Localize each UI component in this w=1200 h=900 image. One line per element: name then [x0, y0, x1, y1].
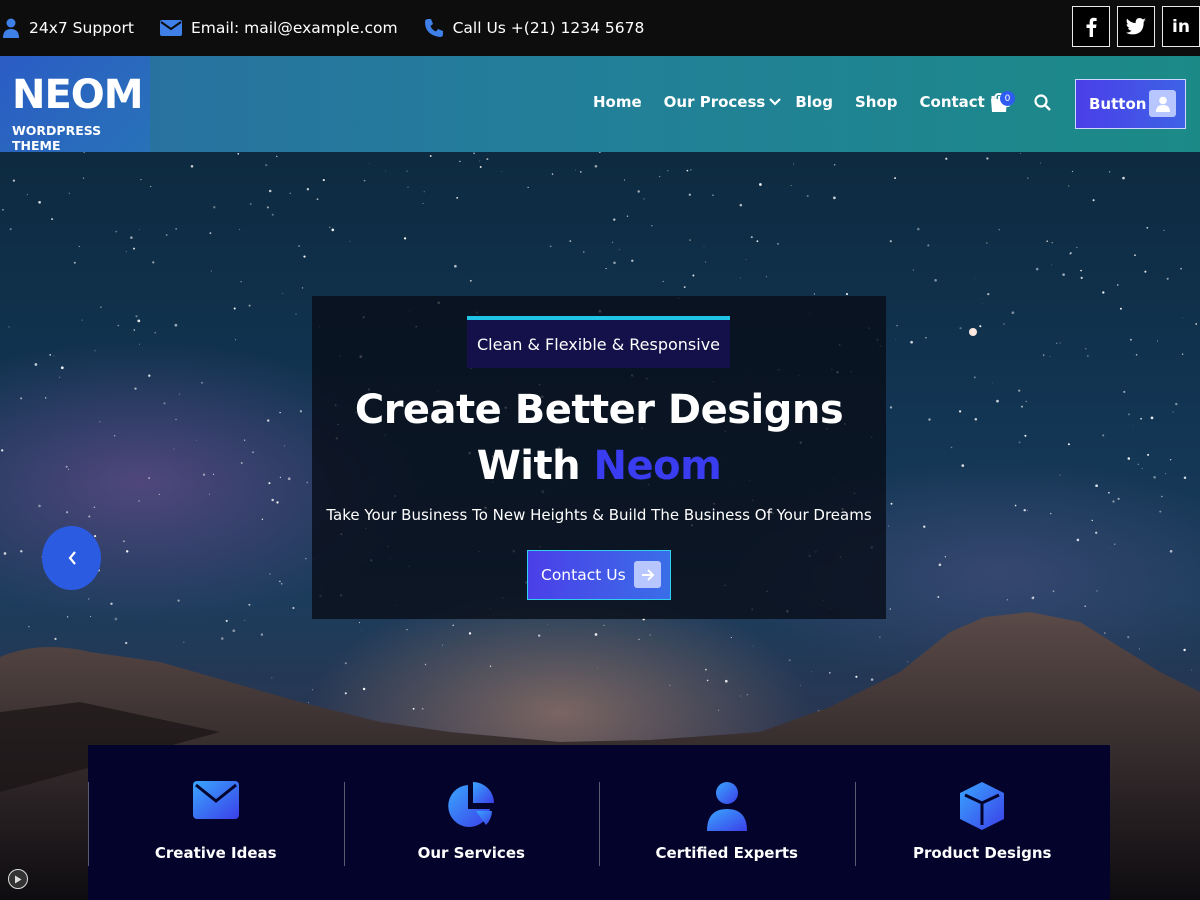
email-text: Email: mail@example.com — [190, 19, 398, 37]
brand-title: NEOM — [12, 72, 144, 118]
chevron-down-icon — [769, 98, 782, 106]
user-icon — [3, 18, 19, 38]
nav-our-process[interactable]: Our Process — [664, 93, 782, 111]
main-nav: Home Our Process Blog Shop Contact Us — [593, 93, 1033, 111]
cart-count: 0 — [1000, 91, 1015, 106]
hero-headline-accent: Neom — [593, 443, 722, 489]
feature-our-services[interactable]: Our Services — [343, 745, 600, 900]
nav-our-process-label: Our Process — [663, 93, 766, 111]
arrow-right-icon — [634, 561, 661, 588]
facebook-icon[interactable] — [1072, 6, 1110, 47]
contact-us-button[interactable]: Contact Us — [527, 550, 671, 600]
linkedin-label: in — [1172, 16, 1190, 37]
pie-chart-icon — [448, 782, 495, 827]
hero-headline-prefix: With — [476, 443, 594, 489]
search-button[interactable] — [1034, 94, 1051, 115]
hero-content-box: Clean & Flexible & Responsive Create Bet… — [312, 296, 886, 619]
features-bar: Creative Ideas Our Services Certified Ex… — [88, 745, 1110, 900]
email-info[interactable]: Email: mail@example.com — [159, 19, 398, 37]
contact-us-button-label: Contact Us — [541, 566, 626, 584]
nav-home[interactable]: Home — [593, 93, 642, 111]
site-header: NEOM WORDPRESS THEME Home Our Process Bl… — [0, 56, 1200, 152]
hero-tagline: Clean & Flexible & Responsive — [467, 316, 730, 368]
header-button[interactable]: Button — [1075, 79, 1186, 129]
phone-icon — [424, 19, 443, 37]
user-icon — [706, 782, 747, 831]
envelope-icon — [192, 781, 239, 819]
chevron-left-icon — [68, 551, 76, 565]
envelope-icon — [159, 20, 182, 36]
twitter-icon[interactable] — [1117, 6, 1155, 47]
support-info: 24x7 Support — [2, 18, 134, 38]
user-icon — [1149, 90, 1176, 117]
phone-info[interactable]: Call Us +(21) 1234 5678 — [424, 18, 645, 38]
hero-headline-line1: Create Better Designs — [354, 387, 844, 433]
hero-headline-line2: With Neom — [312, 438, 886, 494]
site-logo[interactable]: NEOM WORDPRESS THEME — [0, 56, 150, 152]
cart-button[interactable]: 0 — [990, 91, 1015, 117]
cube-icon — [960, 782, 1005, 830]
nav-blog[interactable]: Blog — [795, 93, 833, 111]
feature-certified-experts[interactable]: Certified Experts — [599, 745, 855, 900]
support-text: 24x7 Support — [29, 19, 134, 37]
nav-shop[interactable]: Shop — [855, 93, 898, 111]
hero-subline: Take Your Business To New Heights & Buil… — [326, 506, 872, 524]
brand-subtitle: WORDPRESS THEME — [12, 123, 102, 153]
play-icon[interactable] — [8, 869, 28, 889]
feature-label: Certified Experts — [655, 844, 798, 862]
linkedin-icon[interactable]: in — [1162, 6, 1200, 47]
phone-text: Call Us +(21) 1234 5678 — [452, 19, 645, 37]
social-links: in — [1065, 6, 1200, 47]
header-button-label: Button — [1089, 95, 1147, 113]
top-bar: 24x7 Support Email: mail@example.com Cal… — [0, 0, 1200, 56]
search-icon — [1034, 94, 1051, 111]
feature-creative-ideas[interactable]: Creative Ideas — [88, 745, 344, 900]
hero-headline: Create Better Designs With Neom — [312, 382, 886, 494]
feature-product-designs[interactable]: Product Designs — [854, 745, 1111, 900]
feature-label: Product Designs — [913, 844, 1052, 862]
feature-label: Creative Ideas — [154, 844, 277, 862]
slider-prev-button[interactable] — [42, 526, 101, 590]
feature-label: Our Services — [417, 844, 525, 862]
